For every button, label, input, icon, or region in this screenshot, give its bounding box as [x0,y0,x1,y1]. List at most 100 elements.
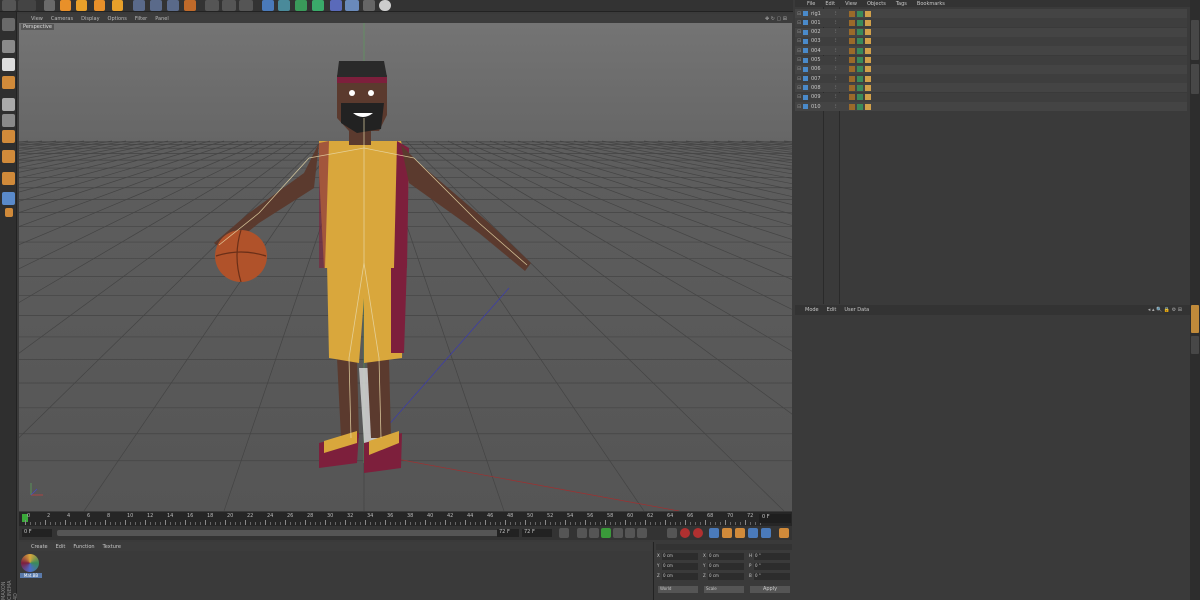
tag-icon-1[interactable] [848,75,855,82]
coord-size-select[interactable]: Scale [704,586,744,593]
scale-tool-icon[interactable] [76,0,87,11]
tag-icon-3[interactable] [864,38,871,45]
material-label[interactable]: Mat.BB [20,573,42,578]
object-name[interactable]: 002 [811,29,827,35]
render-picture-viewer-icon[interactable] [222,0,236,11]
play-icon[interactable] [601,528,611,538]
current-frame-field[interactable]: 0 F [759,514,791,523]
cloner-icon[interactable] [312,0,324,11]
object-row[interactable]: ⊟ 004 ⁝ [795,46,1187,56]
tag-icon-1[interactable] [848,84,855,91]
tag-icon-1[interactable] [848,29,855,36]
menu-objects[interactable]: Objects [867,1,886,7]
z-axis-lock-icon[interactable] [167,0,179,11]
object-name[interactable]: 001 [811,20,827,26]
tag-icon-2[interactable] [856,66,863,73]
rotation-key-icon[interactable] [748,528,758,538]
rotation-field[interactable]: 0 ° [754,553,790,560]
autokey-icon[interactable] [693,528,703,538]
goto-start-icon[interactable] [559,528,569,538]
rotate-tool-icon[interactable] [94,0,105,11]
menu-texture[interactable]: Texture [103,544,121,550]
next-key-icon[interactable] [625,528,635,538]
tab-layers[interactable] [1191,336,1199,354]
position-field[interactable]: 0 cm [662,573,698,580]
rotation-field[interactable]: 0 ° [754,573,790,580]
menu-view[interactable]: View [31,16,43,22]
attr-nav-icons[interactable]: ◂ ▴ 🔍 🔒 ⚙ ⊞ [1148,307,1182,313]
object-name[interactable]: 009 [811,94,827,100]
menu-edit[interactable]: Edit [56,544,66,550]
tag-icon-2[interactable] [856,10,863,17]
menu-mode[interactable]: Mode [805,307,819,313]
visibility-dots-icon[interactable]: ⁝ [835,29,837,35]
visibility-dots-icon[interactable]: ⁝ [835,104,837,110]
axis-mode-icon[interactable] [2,150,15,163]
basketball[interactable] [215,230,267,282]
position-field[interactable]: 0 cm [662,563,698,570]
render-view-icon[interactable] [205,0,219,11]
tag-icon-2[interactable] [856,57,863,63]
points-mode-icon[interactable] [2,98,15,111]
timeline-menu-icon[interactable] [779,528,789,538]
size-field[interactable]: 0 cm [708,573,744,580]
add-tool-icon[interactable] [112,0,123,11]
tag-icon-2[interactable] [856,29,863,36]
menu-cameras[interactable]: Cameras [51,16,73,22]
object-row[interactable]: ⊟ 003 ⁝ [795,36,1187,46]
object-row[interactable]: ⊟ 007 ⁝ [795,74,1187,84]
menu-filter[interactable]: Filter [135,16,147,22]
tag-icon-3[interactable] [864,75,871,82]
texture-mode-icon[interactable] [2,58,15,71]
visibility-dots-icon[interactable]: ⁝ [835,20,837,26]
tag-icon-2[interactable] [856,75,863,82]
tab-takes[interactable] [1191,64,1199,94]
visibility-dots-icon[interactable]: ⁝ [835,48,837,54]
size-field[interactable]: 0 cm [708,563,744,570]
object-row[interactable]: ⊟ 009 ⁝ [795,92,1187,102]
viewport-nav-icons[interactable]: ✥ ↻ ▢ ⊞ [765,16,787,22]
tag-icon-2[interactable] [856,38,863,45]
edges-mode-icon[interactable] [2,114,15,127]
frame-range-slider[interactable] [57,530,517,536]
object-row[interactable]: ⊟ 005 ⁝ [795,55,1187,65]
y-axis-lock-icon[interactable] [150,0,162,11]
render-settings-icon[interactable] [239,0,253,11]
material-swatch[interactable] [21,554,39,572]
tag-icon-1[interactable] [848,38,855,45]
menu-tags[interactable]: Tags [896,1,907,7]
tag-icon-1[interactable] [848,57,855,63]
redo-icon[interactable] [18,0,36,11]
workplane-lock-icon[interactable] [2,192,15,205]
snap-icon[interactable] [2,172,15,185]
object-row[interactable]: ⊟ 006 ⁝ [795,64,1187,74]
timeline-ruler[interactable]: 0 2 4 6 8 10 12 14 16 18 20 22 24 26 28 30 32 34 36 38 40 42 4… [19,512,792,526]
menu-options[interactable]: Options [108,16,127,22]
move-tool-icon[interactable] [60,0,71,11]
object-name[interactable]: 008 [811,85,827,91]
tag-icon-3[interactable] [864,94,871,101]
tag-icon-2[interactable] [856,47,863,54]
tag-icon-2[interactable] [856,19,863,26]
object-name[interactable]: 007 [811,76,827,82]
menu-create[interactable]: Create [31,544,48,550]
perspective-viewport[interactable]: Perspective [19,23,792,511]
rotation-field[interactable]: 0 ° [754,563,790,570]
menu-file[interactable]: File [807,1,815,7]
subdivision-icon[interactable] [295,0,307,11]
menu-edit[interactable]: Edit [825,1,835,7]
deformer-icon[interactable] [330,0,342,11]
tag-icon-3[interactable] [864,103,871,110]
tag-icon-3[interactable] [864,47,871,54]
visibility-dots-icon[interactable]: ⁝ [835,57,837,63]
make-editable-icon[interactable] [2,18,15,31]
motion-record-icon[interactable] [667,528,677,538]
tab-attributes[interactable] [1191,305,1199,333]
visibility-dots-icon[interactable]: ⁝ [835,66,837,72]
quantize-icon[interactable] [5,208,13,217]
prev-key-icon[interactable] [577,528,587,538]
object-row[interactable]: ⊟ 001 ⁝ [795,18,1187,28]
param-key-icon[interactable] [761,528,771,538]
tag-icon-1[interactable] [848,10,855,17]
next-frame-icon[interactable] [613,528,623,538]
